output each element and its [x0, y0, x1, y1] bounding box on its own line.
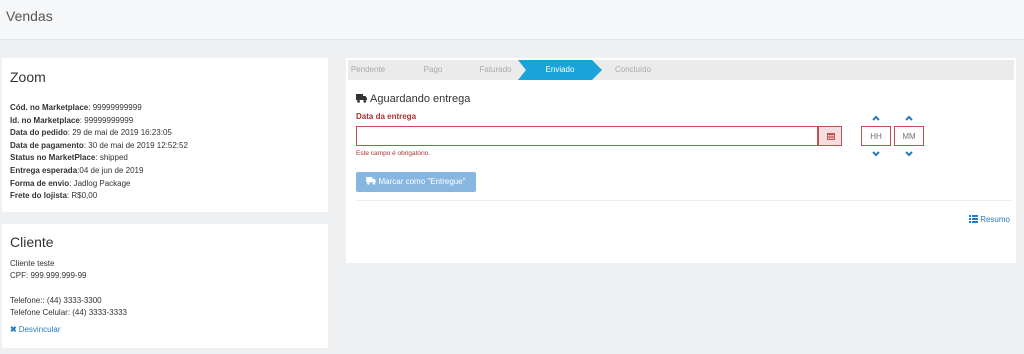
mark-delivered-button[interactable]: Marcar como "Entregue"	[356, 172, 476, 192]
step-enviado-label: Enviado	[545, 65, 575, 74]
step-pendente: Pendente	[350, 65, 386, 74]
step-concluido: Concluído	[614, 65, 652, 74]
chevron-up-icon	[872, 115, 880, 121]
chevron-up-icon	[905, 115, 913, 121]
order-info-label: Frete do lojista	[10, 191, 67, 201]
order-info-value: 04 de jun de 2019	[79, 165, 144, 175]
truck-icon	[366, 177, 377, 185]
hour-increment-button[interactable]	[871, 114, 881, 122]
step-faturado: Faturado	[479, 65, 512, 74]
order-info-value: 99999999999	[92, 103, 142, 112]
order-info-label: Data do pedido	[10, 128, 68, 138]
close-icon: ✖	[10, 325, 17, 334]
minute-increment-button[interactable]	[904, 114, 914, 122]
chevron-down-icon	[905, 151, 913, 157]
unlink-customer-link[interactable]: ✖ Desvincular	[10, 325, 61, 334]
order-info-row: Status no MarketPlace: shipped	[10, 153, 128, 163]
order-info-label: Id. no Marketplace	[10, 115, 80, 125]
order-status-card: Pendente Pago Faturado Enviado Concluído…	[346, 58, 1016, 263]
customer-mobile: Telefone Celular: (44) 3333-3333	[10, 308, 127, 318]
order-progress-steps: Pendente Pago Faturado Enviado Concluído	[348, 60, 1014, 80]
order-info-row: Cód. no Marketplace: 99999999999	[10, 103, 142, 112]
order-info-row: Data de pagamento: 30 de mai de 2019 12:…	[10, 140, 188, 150]
customer-card-title: Cliente	[10, 234, 54, 250]
chevron-down-icon	[872, 151, 880, 157]
page-title: Vendas	[6, 8, 53, 24]
summary-label: Resumo	[980, 215, 1010, 224]
delivery-date-label: Data da entrega	[356, 112, 417, 121]
order-info-value: 99999999999	[84, 115, 134, 125]
order-info-label: Data de pagamento	[10, 140, 84, 150]
order-info-value: shipped	[99, 153, 128, 163]
minute-decrement-button[interactable]	[904, 150, 914, 158]
order-info-label: Cód. no Marketplace	[10, 103, 89, 112]
hour-decrement-button[interactable]	[871, 150, 881, 158]
calendar-button[interactable]	[818, 126, 842, 146]
hour-input[interactable]	[861, 126, 891, 146]
order-info-row: Entrega esperada:04 de jun de 2019	[10, 165, 144, 175]
customer-details: Cliente teste CPF: 999.999.999-99 Telefo…	[10, 258, 127, 320]
delivery-date-input[interactable]	[356, 126, 818, 146]
marketplace-card: Zoom Cód. no Marketplace: 99999999999 Id…	[2, 58, 328, 212]
list-icon	[969, 215, 979, 223]
order-info-value: R$0,00	[71, 191, 98, 201]
order-info-label: Forma de envio	[10, 178, 70, 188]
step-enviado: Enviado	[518, 60, 602, 80]
customer-cpf: CPF: 999.999.999-99	[10, 271, 87, 281]
truck-icon	[356, 94, 367, 106]
date-error-message: Este campo é obrigatório.	[356, 150, 431, 157]
order-info-list: Cód. no Marketplace: 99999999999 Id. no …	[10, 102, 188, 203]
delivery-status-text: Aguardando entrega	[370, 93, 471, 105]
minute-input[interactable]	[894, 126, 924, 146]
top-bar: Vendas	[0, 0, 1024, 40]
order-info-row: Data do pedido: 29 de mai de 2019 16:23:…	[10, 128, 172, 138]
step-pago: Pago	[423, 65, 443, 74]
order-info-value: Jadlog Package	[73, 178, 131, 188]
divider	[356, 200, 1012, 201]
mark-delivered-label: Marcar como "Entregue"	[378, 177, 466, 186]
customer-name: Cliente teste	[10, 259, 55, 268]
unlink-label: Desvincular	[18, 325, 61, 334]
order-info-row: Forma de envio: Jadlog Package	[10, 178, 131, 188]
order-info-label: Entrega esperada	[10, 165, 78, 175]
order-info-row: Id. no Marketplace: 99999999999	[10, 115, 134, 125]
customer-phone: Telefone:: (44) 3333-3300	[10, 295, 102, 305]
order-info-value: 29 de mai de 2019 16:23:05	[72, 128, 172, 138]
summary-link[interactable]: Resumo	[969, 215, 1010, 224]
delivery-status: Aguardando entrega	[356, 93, 470, 106]
order-info-value: 30 de mai de 2019 12:52:52	[88, 140, 188, 150]
order-info-label: Status no MarketPlace	[10, 153, 96, 163]
order-info-row: Frete do lojista: R$0,00	[10, 191, 98, 201]
customer-card: Cliente Cliente teste CPF: 999.999.999-9…	[2, 224, 328, 348]
calendar-icon	[827, 133, 835, 140]
marketplace-card-title: Zoom	[10, 69, 46, 85]
